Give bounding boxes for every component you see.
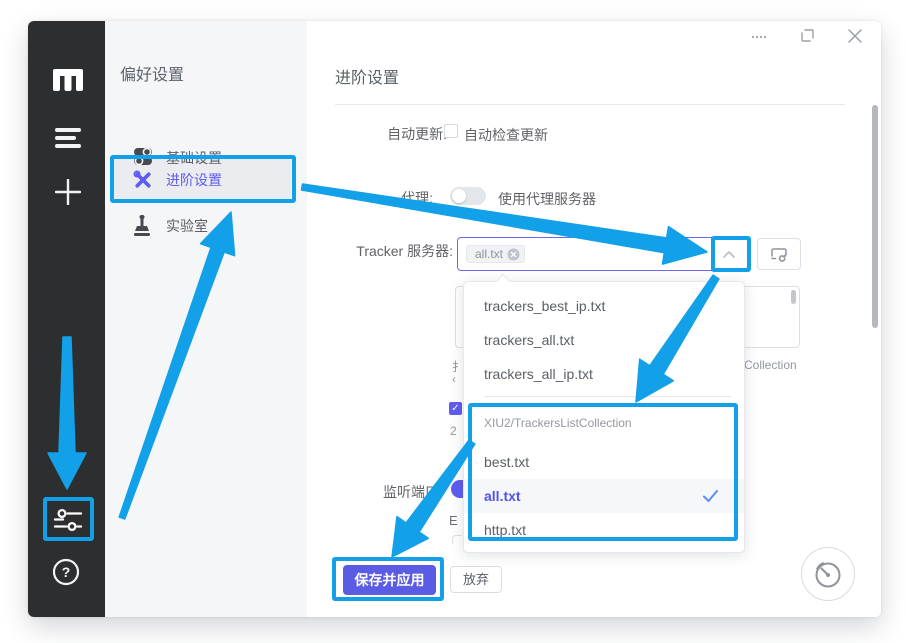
screenshot-stage: ? 偏好设置 基础设置 [0,0,906,643]
speed-gauge-button[interactable] [801,547,855,601]
hint-fragment: 2 [450,424,457,438]
toggle-knob [452,189,466,203]
tracker-server-label: Tracker 服务器: [327,241,453,261]
close-icon[interactable] [847,28,863,44]
hint-fragment: E [449,513,458,528]
menu-item-lab[interactable]: 实验室 [113,205,295,245]
page-title: 进阶设置 [335,64,399,88]
tag-label: all.txt [475,247,503,261]
listen-port-label: 监听端口 [383,482,453,502]
annotation-box-preferences-icon [43,497,94,541]
checked-checkbox-fragment: ✓ [449,402,462,415]
menu-item-label: 实验室 [166,216,208,236]
proxy-label: 代理: [337,188,433,208]
app-window: ? 偏好设置 基础设置 [28,21,881,617]
tag-close-icon[interactable] [507,248,520,261]
proxy-toggle[interactable] [450,187,486,205]
auto-update-label: 自动更新: [337,124,447,144]
proxy-toggle-label: 使用代理服务器 [498,189,596,209]
auto-update-checkbox-label[interactable]: 自动检查更新 [464,125,548,145]
page-scrollbar[interactable] [872,105,878,328]
input-corner-fragment [452,535,462,544]
stamp-icon [133,215,151,237]
annotation-box-tracker-group [468,403,738,541]
preferences-title: 偏好设置 [120,61,184,85]
annotation-box-select-chevron [711,236,751,272]
preferences-panel: 偏好设置 基础设置 [105,21,307,617]
discard-button[interactable]: 放弃 [450,566,502,593]
auto-update-checkbox[interactable] [444,124,458,138]
minimize-icon[interactable] [752,36,766,38]
motrix-logo-icon [51,67,85,93]
textarea-scrollbar[interactable] [791,290,796,304]
screen-refresh-icon [770,247,788,262]
dropdown-option[interactable]: trackers_all_ip.txt [464,357,744,391]
annotation-box-save-button [332,557,444,601]
dropdown-option[interactable]: trackers_best_ip.txt [464,289,744,323]
hint-fragment: Collection [744,358,797,372]
gauge-icon [812,558,844,590]
tracker-server-select[interactable]: all.txt [457,237,748,271]
hint-fragment: ‹ [452,372,456,386]
maximize-icon[interactable] [801,29,814,42]
annotation-box-advanced-menu [110,155,296,203]
add-task-icon[interactable] [55,179,81,205]
dropdown-option[interactable]: trackers_all.txt [464,323,744,357]
help-icon[interactable]: ? [52,558,80,586]
sync-trackers-button[interactable] [757,238,801,270]
title-divider [335,104,845,105]
task-list-icon[interactable] [55,127,81,149]
selected-tag: all.txt [466,245,525,263]
svg-text:?: ? [62,564,71,580]
dropdown-divider [484,396,731,397]
